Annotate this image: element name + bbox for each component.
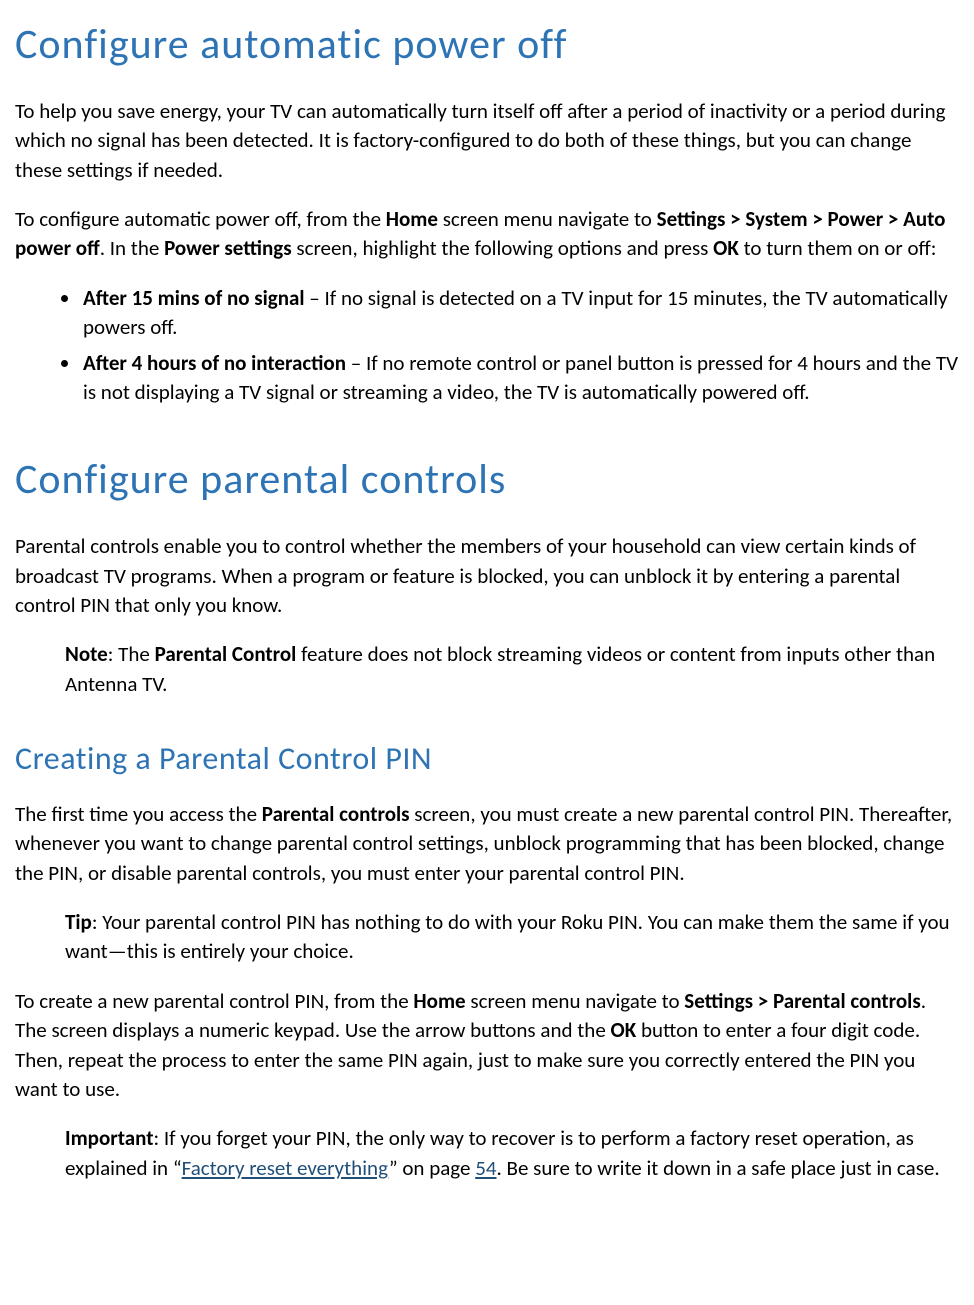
note-text: Note: The Parental Control feature does … (65, 640, 959, 699)
heading-create-pin: Creating a Parental Control PIN (15, 737, 959, 782)
body-text: To help you save energy, your TV can aut… (15, 97, 959, 185)
body-text: To configure automatic power off, from t… (15, 205, 959, 264)
important-text: Important: If you forget your PIN, the o… (65, 1124, 959, 1183)
body-text: The first time you access the Parental c… (15, 800, 959, 888)
factory-reset-link[interactable]: Factory reset everything (182, 1155, 389, 1181)
list-item: After 4 hours of no interaction – If no … (81, 349, 959, 408)
list-item: After 15 mins of no signal – If no signa… (81, 284, 959, 343)
page-ref-link[interactable]: 54 (475, 1155, 496, 1181)
body-text: Parental controls enable you to control … (15, 532, 959, 620)
heading-parental-controls: Configure parental controls (15, 451, 959, 510)
body-text: To create a new parental control PIN, fr… (15, 987, 959, 1105)
heading-auto-power-off: Configure automatic power off (15, 16, 959, 75)
tip-text: Tip: Your parental control PIN has nothi… (65, 908, 959, 967)
bullet-list: After 15 mins of no signal – If no signa… (15, 284, 959, 408)
